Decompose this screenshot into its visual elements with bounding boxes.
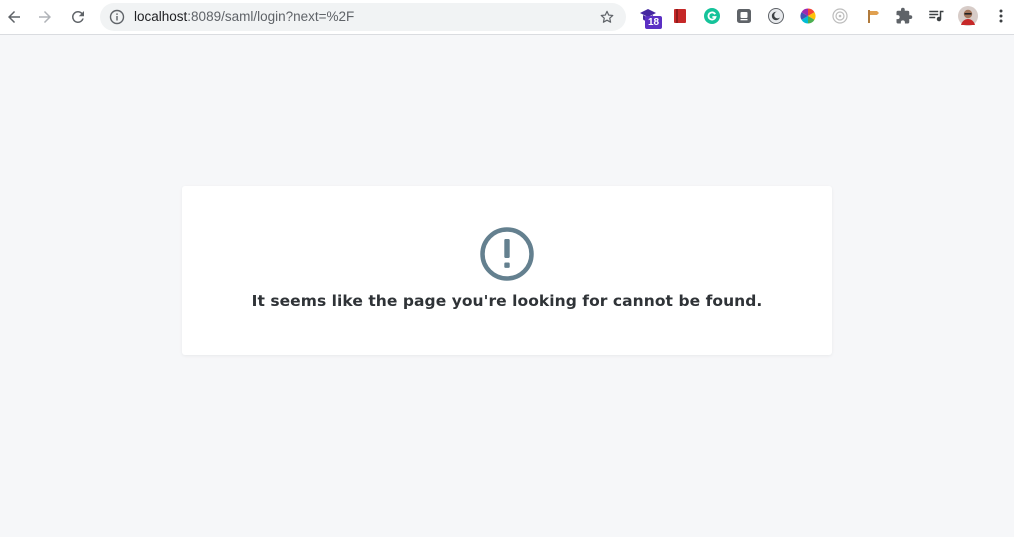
- exclamation-circle-icon: [480, 227, 534, 281]
- more-vert-icon: [999, 9, 1003, 23]
- signpost-icon: [868, 10, 879, 23]
- extensions-menu-button[interactable]: [895, 7, 913, 25]
- puzzle-icon: [896, 7, 913, 24]
- avatar-icon: [958, 6, 978, 26]
- url-host: localhost: [134, 9, 188, 24]
- browser-toolbar: localhost:8089/saml/login?next=%2F 18: [0, 0, 1014, 35]
- address-bar[interactable]: localhost:8089/saml/login?next=%2F: [100, 3, 626, 31]
- arrow-right-icon: [39, 11, 51, 23]
- info-icon[interactable]: [109, 9, 125, 25]
- extension-square[interactable]: [735, 7, 753, 25]
- extension-grammarly[interactable]: [703, 7, 721, 25]
- forward-button[interactable]: [33, 5, 57, 29]
- book-icon: [674, 9, 686, 23]
- reload-button[interactable]: [66, 5, 90, 29]
- not-found-card: It seems like the page you're looking fo…: [182, 186, 832, 355]
- url-text[interactable]: localhost:8089/saml/login?next=%2F: [134, 9, 354, 25]
- queue-music-icon: [929, 10, 944, 22]
- arrow-left-icon: [8, 11, 20, 23]
- extension-color-wheel[interactable]: [799, 7, 817, 25]
- browser-menu-button[interactable]: [992, 7, 1010, 25]
- color-wheel-icon: [800, 8, 816, 24]
- square-app-icon: [737, 9, 751, 23]
- error-message: It seems like the page you're looking fo…: [251, 292, 763, 310]
- extension-badge: 18: [645, 16, 663, 29]
- media-control-button[interactable]: [927, 7, 945, 25]
- profile-avatar[interactable]: [958, 6, 978, 26]
- extension-moon[interactable]: [767, 7, 785, 25]
- extension-target[interactable]: [831, 7, 849, 25]
- url-path: :8089/saml/login?next=%2F: [187, 9, 355, 24]
- dark-mode-icon: [768, 8, 784, 24]
- extension-red-book[interactable]: [671, 7, 689, 25]
- back-button[interactable]: [2, 5, 26, 29]
- extension-signpost[interactable]: [863, 7, 881, 25]
- grammarly-icon: [704, 8, 720, 24]
- target-icon: [832, 8, 848, 24]
- reload-icon: [71, 10, 84, 23]
- bookmark-star-icon[interactable]: [599, 9, 615, 25]
